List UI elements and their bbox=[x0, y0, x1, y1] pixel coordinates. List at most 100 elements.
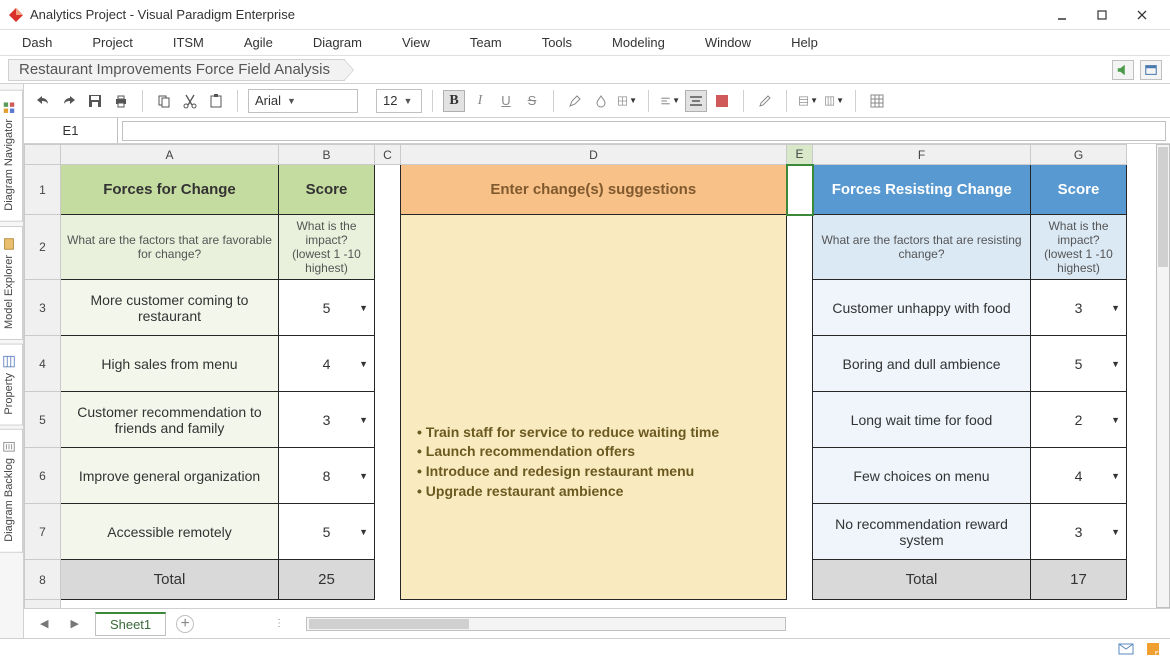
for-score-2[interactable]: 3▼ bbox=[279, 392, 375, 448]
dropdown-icon[interactable]: ▼ bbox=[1111, 359, 1120, 369]
dropdown-icon[interactable]: ▼ bbox=[359, 527, 368, 537]
dropdown-icon[interactable]: ▼ bbox=[359, 359, 368, 369]
font-family-combo[interactable]: Arial▼ bbox=[248, 89, 358, 113]
side-tab-model[interactable]: Model Explorer bbox=[0, 226, 23, 340]
against-label-2[interactable]: Long wait time for food bbox=[813, 392, 1031, 448]
col-header-d[interactable]: D bbox=[401, 145, 787, 165]
against-score-4[interactable]: 3▼ bbox=[1031, 504, 1127, 560]
row-header-6[interactable]: 6 bbox=[25, 448, 61, 504]
announce-icon[interactable] bbox=[1112, 60, 1134, 80]
dropdown-icon[interactable]: ▼ bbox=[359, 471, 368, 481]
font-size-combo[interactable]: 12▼ bbox=[376, 89, 422, 113]
dropdown-icon[interactable]: ▼ bbox=[1111, 527, 1120, 537]
against-label-1[interactable]: Boring and dull ambience bbox=[813, 336, 1031, 392]
window-close-button[interactable] bbox=[1122, 0, 1162, 30]
menu-view[interactable]: View bbox=[398, 33, 434, 52]
col-header-c[interactable]: C bbox=[375, 145, 401, 165]
edit-button[interactable] bbox=[754, 90, 776, 112]
row-header-3[interactable]: 3 bbox=[25, 280, 61, 336]
formula-input[interactable] bbox=[122, 121, 1166, 141]
against-score-1[interactable]: 5▼ bbox=[1031, 336, 1127, 392]
dropdown-icon[interactable]: ▼ bbox=[359, 303, 368, 313]
window-minimize-button[interactable] bbox=[1042, 0, 1082, 30]
mail-icon[interactable] bbox=[1118, 643, 1134, 655]
vertical-scrollbar[interactable] bbox=[1156, 144, 1170, 608]
header-forces-against[interactable]: Forces Resisting Change bbox=[813, 165, 1031, 215]
note-icon[interactable] bbox=[1146, 642, 1160, 656]
save-button[interactable] bbox=[84, 90, 106, 112]
for-score-3[interactable]: 8▼ bbox=[279, 448, 375, 504]
menu-itsm[interactable]: ITSM bbox=[169, 33, 208, 52]
menu-team[interactable]: Team bbox=[466, 33, 506, 52]
window-maximize-button[interactable] bbox=[1082, 0, 1122, 30]
row-header-5[interactable]: 5 bbox=[25, 392, 61, 448]
against-label-0[interactable]: Customer unhappy with food bbox=[813, 280, 1031, 336]
cell-reference-box[interactable]: E1 bbox=[24, 118, 118, 143]
dropdown-icon[interactable]: ▼ bbox=[359, 415, 368, 425]
menu-window[interactable]: Window bbox=[701, 33, 755, 52]
insert-row-button[interactable]: ▼ bbox=[797, 90, 819, 112]
for-label-3[interactable]: Improve general organization bbox=[61, 448, 279, 504]
add-sheet-button[interactable]: + bbox=[176, 615, 194, 633]
header-score-against[interactable]: Score bbox=[1031, 165, 1127, 215]
for-score-1[interactable]: 4▼ bbox=[279, 336, 375, 392]
dropdown-icon[interactable]: ▼ bbox=[1111, 303, 1120, 313]
bold-button[interactable]: B bbox=[443, 90, 465, 112]
menu-modeling[interactable]: Modeling bbox=[608, 33, 669, 52]
row-header-8[interactable]: 8 bbox=[25, 560, 61, 600]
cut-button[interactable] bbox=[179, 90, 201, 112]
menu-diagram[interactable]: Diagram bbox=[309, 33, 366, 52]
col-header-a[interactable]: A bbox=[61, 145, 279, 165]
header-score-for[interactable]: Score bbox=[279, 165, 375, 215]
for-score-0[interactable]: 5▼ bbox=[279, 280, 375, 336]
against-label-4[interactable]: No recommendation reward system bbox=[813, 504, 1031, 560]
align-center-button[interactable] bbox=[685, 90, 707, 112]
subhead-against-factors[interactable]: What are the factors that are resisting … bbox=[813, 215, 1031, 280]
side-tab-property[interactable]: Property bbox=[0, 344, 23, 426]
grid-button[interactable] bbox=[866, 90, 888, 112]
suggestions-body[interactable]: Train staff for service to reduce waitin… bbox=[401, 215, 787, 600]
spreadsheet-grid[interactable]: A B C D E F G 1 Forces for Change Score … bbox=[24, 144, 1127, 608]
for-label-2[interactable]: Customer recommendation to friends and f… bbox=[61, 392, 279, 448]
subhead-for-impact[interactable]: What is the impact? (lowest 1 -10 highes… bbox=[279, 215, 375, 280]
against-score-0[interactable]: 3▼ bbox=[1031, 280, 1127, 336]
against-score-3[interactable]: 4▼ bbox=[1031, 448, 1127, 504]
against-label-3[interactable]: Few choices on menu bbox=[813, 448, 1031, 504]
total-label-against[interactable]: Total bbox=[813, 560, 1031, 600]
paste-button[interactable] bbox=[205, 90, 227, 112]
menu-help[interactable]: Help bbox=[787, 33, 822, 52]
menu-project[interactable]: Project bbox=[88, 33, 136, 52]
side-tab-backlog[interactable]: Diagram Backlog bbox=[0, 429, 23, 553]
menu-dash[interactable]: Dash bbox=[18, 33, 56, 52]
fill-color-button[interactable] bbox=[590, 90, 612, 112]
redo-button[interactable] bbox=[58, 90, 80, 112]
menu-agile[interactable]: Agile bbox=[240, 33, 277, 52]
col-header-e[interactable]: E bbox=[787, 145, 813, 165]
header-suggestions[interactable]: Enter change(s) suggestions bbox=[401, 165, 787, 215]
for-label-4[interactable]: Accessible remotely bbox=[61, 504, 279, 560]
undo-button[interactable] bbox=[32, 90, 54, 112]
row-header-7[interactable]: 7 bbox=[25, 504, 61, 560]
total-against[interactable]: 17 bbox=[1031, 560, 1127, 600]
menu-tools[interactable]: Tools bbox=[538, 33, 576, 52]
row-header-2[interactable]: 2 bbox=[25, 215, 61, 280]
row-header-1[interactable]: 1 bbox=[25, 165, 61, 215]
active-cell-e1[interactable] bbox=[787, 165, 813, 215]
total-for[interactable]: 25 bbox=[279, 560, 375, 600]
tab-nav-next[interactable]: ▶ bbox=[64, 617, 84, 630]
insert-col-button[interactable]: ▼ bbox=[823, 90, 845, 112]
select-all-corner[interactable] bbox=[25, 145, 61, 165]
underline-button[interactable]: U bbox=[495, 90, 517, 112]
for-label-1[interactable]: High sales from menu bbox=[61, 336, 279, 392]
border-button[interactable]: ▼ bbox=[616, 90, 638, 112]
side-tab-navigator[interactable]: Diagram Navigator bbox=[0, 90, 23, 222]
horizontal-scrollbar[interactable] bbox=[306, 617, 786, 631]
dropdown-icon[interactable]: ▼ bbox=[1111, 471, 1120, 481]
subhead-against-impact[interactable]: What is the impact? (lowest 1 -10 highes… bbox=[1031, 215, 1127, 280]
row-header-4[interactable]: 4 bbox=[25, 336, 61, 392]
wrap-button[interactable] bbox=[711, 90, 733, 112]
strike-button[interactable]: S bbox=[521, 90, 543, 112]
print-button[interactable] bbox=[110, 90, 132, 112]
col-header-g[interactable]: G bbox=[1031, 145, 1127, 165]
header-forces-for[interactable]: Forces for Change bbox=[61, 165, 279, 215]
